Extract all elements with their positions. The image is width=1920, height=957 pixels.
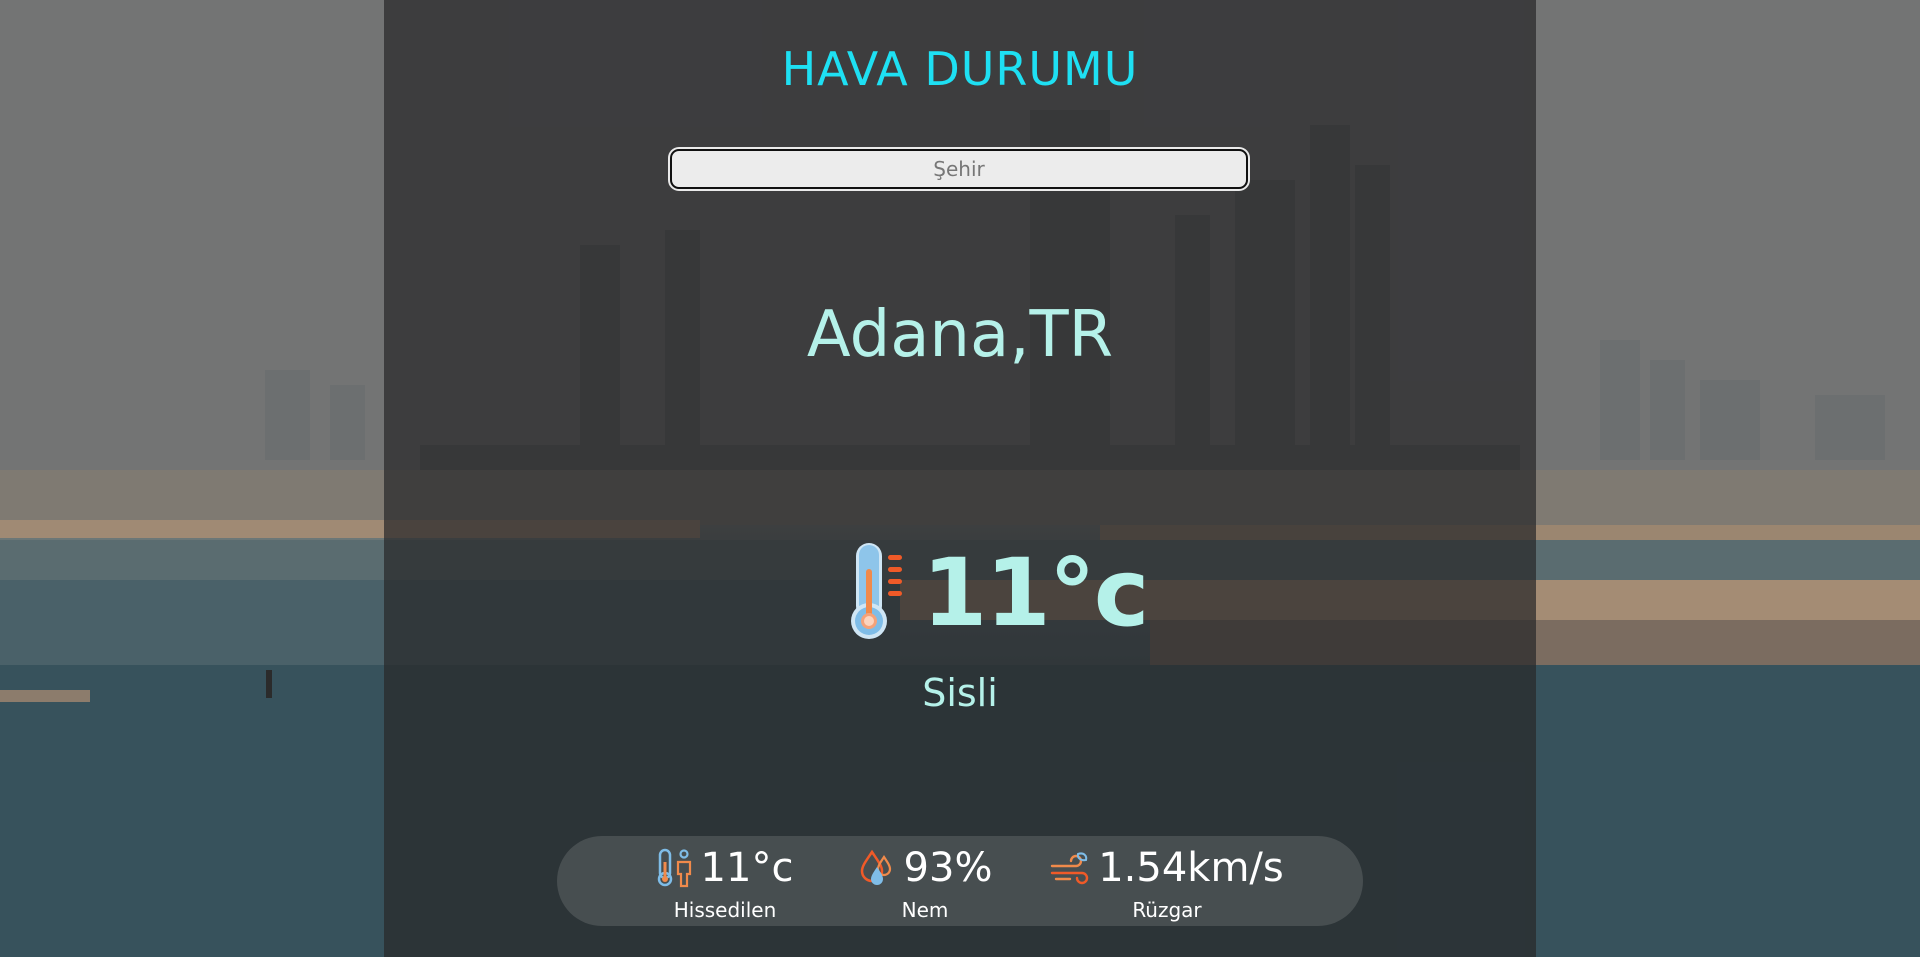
feels-like-value: 11°c	[700, 845, 794, 891]
wind-icon	[1050, 850, 1090, 886]
current-temperature-row: 11°c	[846, 538, 1150, 648]
detail-wind: 1.54km/s Rüzgar	[1047, 844, 1287, 922]
weather-condition: Sisli	[922, 671, 998, 715]
humidity-icon	[858, 849, 896, 887]
app-title: HAVA DURUMU	[781, 42, 1139, 96]
weather-details-bar: 11°c Hissedilen 93% Nem 1.54km/s Rüzgar	[557, 836, 1363, 926]
humidity-label: Nem	[901, 898, 949, 922]
weather-panel	[384, 0, 1536, 957]
temperature-value: 11°c	[922, 538, 1150, 648]
wind-value: 1.54km/s	[1098, 845, 1284, 891]
wind-label: Rüzgar	[1132, 898, 1202, 922]
thermometer-icon	[846, 539, 906, 647]
detail-feels-like: 11°c Hissedilen	[635, 844, 815, 922]
feels-like-label: Hissedilen	[673, 898, 777, 922]
feels-like-icon	[657, 848, 693, 888]
humidity-value: 93%	[903, 845, 993, 891]
city-name: Adana,TR	[806, 298, 1114, 372]
city-search-input[interactable]	[670, 149, 1248, 189]
detail-humidity: 93% Nem	[845, 844, 1005, 922]
